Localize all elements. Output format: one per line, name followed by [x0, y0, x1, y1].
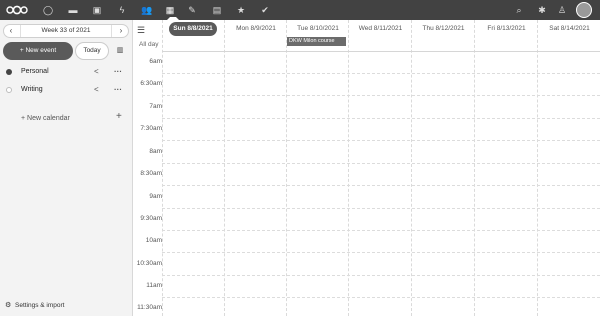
column-divider [224, 20, 225, 316]
day-header-tue[interactable]: Tue 8/10/2021 [288, 22, 348, 36]
week-navigator: ‹ Week 33 of 2021 › [3, 24, 129, 38]
activity-icon[interactable]: ϟ [115, 3, 129, 17]
hour-line [162, 275, 600, 276]
today-button[interactable]: Today [75, 42, 109, 60]
time-label: 10:30am [136, 260, 162, 267]
hamburger-menu-icon[interactable]: ☰ [137, 25, 145, 35]
deck-icon[interactable]: ▤ [210, 3, 224, 17]
calendar-event[interactable]: DKW Milon course [287, 37, 346, 46]
avatar[interactable] [576, 2, 592, 18]
hour-line [162, 118, 600, 119]
time-label: 11am [146, 282, 162, 289]
day-header-sun[interactable]: Sun 8/8/2021 [169, 22, 217, 36]
search-icon[interactable]: ⌕ [512, 3, 526, 17]
view-switcher-icon[interactable]: ▥ [112, 42, 128, 60]
allday-divider [162, 51, 600, 52]
new-calendar-link[interactable]: + New calendar [21, 113, 70, 125]
time-label: 8am [149, 148, 162, 155]
notes-icon[interactable]: ✎ [185, 3, 199, 17]
add-calendar-icon[interactable]: + [116, 111, 122, 123]
day-header-mon[interactable]: Mon 8/9/2021 [226, 22, 286, 36]
time-label: 10am [145, 237, 162, 244]
calendar-name: Personal [21, 68, 49, 75]
next-week-icon[interactable]: › [114, 25, 128, 37]
column-divider [474, 20, 475, 316]
calendar-item-personal[interactable]: Personal < ··· [0, 64, 132, 80]
more-options-icon[interactable]: ··· [114, 82, 122, 98]
time-label: 9am [149, 193, 162, 200]
time-label: 9:30am [140, 215, 162, 222]
notifications-icon[interactable]: ✱ [535, 3, 549, 17]
hour-line [162, 185, 600, 186]
time-label: 7:30am [140, 125, 162, 132]
share-icon[interactable]: < [94, 82, 99, 98]
time-label: 7am [149, 103, 162, 110]
nextcloud-logo[interactable] [6, 5, 28, 15]
hour-line [162, 95, 600, 96]
hour-line [162, 252, 600, 253]
day-header-sat[interactable]: Sat 8/14/2021 [539, 22, 600, 36]
column-divider [348, 20, 349, 316]
hour-line [162, 297, 600, 298]
hour-line [162, 73, 600, 74]
new-event-button[interactable]: + New event [3, 42, 73, 60]
settings-label: Settings & import [15, 302, 65, 309]
sidebar: ‹ Week 33 of 2021 › + New event Today ▥ … [0, 20, 133, 316]
previous-week-icon[interactable]: ‹ [4, 25, 18, 37]
day-header-wed[interactable]: Wed 8/11/2021 [350, 22, 411, 36]
files-icon[interactable]: ▬ [66, 3, 80, 17]
calendar-color-dot[interactable] [6, 87, 12, 93]
column-divider [411, 20, 412, 316]
dashboard-icon[interactable]: ◯ [41, 3, 55, 17]
column-divider [537, 20, 538, 316]
share-icon[interactable]: < [94, 64, 99, 80]
time-label: 11:30am [137, 304, 162, 311]
hour-line [162, 230, 600, 231]
tasks-icon[interactable]: ✔ [258, 3, 272, 17]
gear-icon: ⚙ [5, 302, 12, 309]
top-bar: ◯ ▬ ▣ ϟ 👥 ▦ ✎ ▤ ★ ✔ ⌕ ✱ ♙ [0, 0, 600, 20]
time-label: 6:30am [140, 80, 162, 87]
contacts-icon[interactable]: 👥 [140, 3, 154, 17]
calendar-name: Writing [21, 86, 43, 93]
day-header-thu[interactable]: Thu 8/12/2021 [413, 22, 474, 36]
hour-line [162, 140, 600, 141]
settings-import-link[interactable]: ⚙ Settings & import [5, 300, 65, 312]
photos-icon[interactable]: ▣ [90, 3, 104, 17]
time-label: 6am [149, 58, 162, 65]
column-divider [162, 20, 163, 316]
more-options-icon[interactable]: ··· [114, 64, 122, 80]
day-header-fri[interactable]: Fri 8/13/2021 [476, 22, 537, 36]
bookmarks-icon[interactable]: ★ [234, 3, 248, 17]
calendar-color-dot[interactable] [6, 69, 12, 75]
allday-label: All day [139, 41, 159, 48]
week-label[interactable]: Week 33 of 2021 [20, 25, 112, 37]
contacts-menu-icon[interactable]: ♙ [555, 3, 569, 17]
hour-line [162, 208, 600, 209]
time-label: 8:30am [140, 170, 162, 177]
calendar-week-view: ☰ All day Sun 8/8/2021 Mon 8/9/2021 Tue … [134, 20, 600, 316]
hour-line [162, 163, 600, 164]
column-divider [286, 20, 287, 316]
calendar-icon[interactable]: ▦ [163, 3, 179, 20]
calendar-item-writing[interactable]: Writing < ··· [0, 82, 132, 98]
